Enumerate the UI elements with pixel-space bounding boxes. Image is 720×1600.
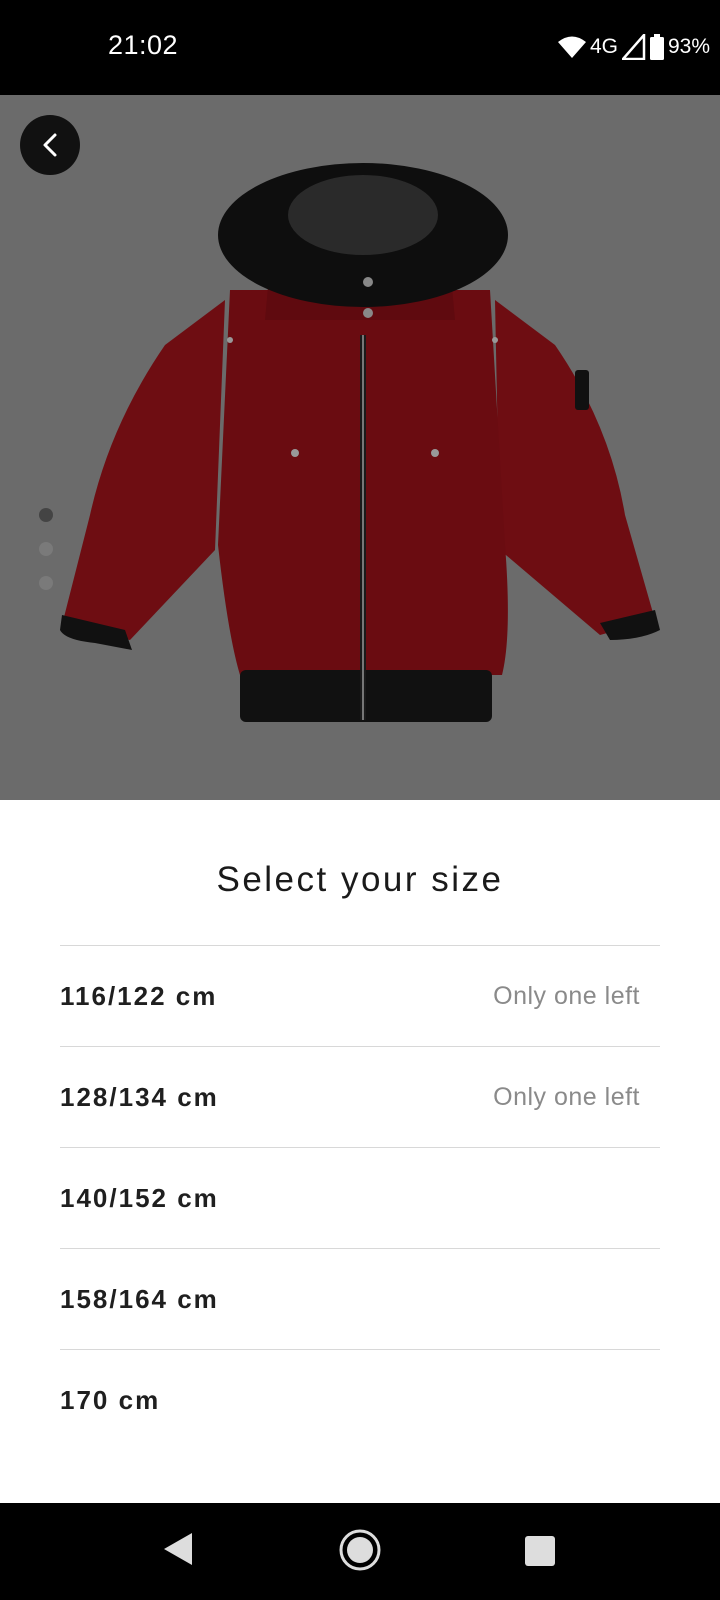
size-option[interactable]: 128/134 cm Only one left bbox=[60, 1046, 660, 1147]
size-label: 158/164 cm bbox=[60, 1283, 219, 1314]
carousel-indicator bbox=[39, 508, 55, 610]
carousel-dot[interactable] bbox=[39, 576, 53, 590]
back-triangle-icon bbox=[164, 1533, 192, 1565]
wifi-icon bbox=[557, 35, 586, 59]
product-image-carousel[interactable] bbox=[0, 95, 720, 800]
size-label: 116/122 cm bbox=[60, 980, 218, 1011]
system-nav-bar bbox=[0, 1503, 720, 1600]
recents-square-icon bbox=[525, 1536, 555, 1566]
status-time: 21:02 bbox=[108, 30, 179, 60]
size-option[interactable]: 170 cm bbox=[60, 1349, 660, 1450]
network-type: 4G bbox=[589, 35, 618, 58]
sheet-title: Select your size bbox=[216, 860, 504, 899]
battery-icon bbox=[649, 34, 664, 60]
status-bar: 21:02 4G 93% bbox=[0, 0, 720, 95]
cell-signal-icon bbox=[621, 34, 646, 60]
size-option[interactable]: 140/152 cm bbox=[60, 1147, 660, 1248]
battery-percent: 93% bbox=[667, 35, 710, 58]
stock-note: Only one left bbox=[493, 981, 640, 1010]
carousel-dot[interactable] bbox=[39, 542, 53, 556]
chevron-left-icon bbox=[43, 133, 57, 157]
size-option[interactable]: 116/122 cm Only one left bbox=[60, 945, 660, 1046]
stock-note: Only one left bbox=[493, 1082, 640, 1111]
size-label: 128/134 cm bbox=[60, 1081, 219, 1112]
nav-back-button[interactable] bbox=[162, 1531, 194, 1572]
status-icons: 4G 93% bbox=[557, 32, 710, 62]
home-circle-icon bbox=[339, 1529, 381, 1571]
nav-recents-button[interactable] bbox=[525, 1536, 555, 1571]
back-button[interactable] bbox=[20, 115, 80, 175]
nav-home-button[interactable] bbox=[338, 1528, 382, 1577]
size-label: 170 cm bbox=[60, 1384, 161, 1415]
size-label: 140/152 cm bbox=[60, 1182, 219, 1213]
size-selection-sheet: Select your size 116/122 cm Only one lef… bbox=[0, 800, 720, 1503]
size-option[interactable]: 158/164 cm bbox=[60, 1248, 660, 1349]
size-list: 116/122 cm Only one left 128/134 cm Only… bbox=[60, 945, 660, 1450]
product-image bbox=[60, 163, 660, 722]
carousel-dot[interactable] bbox=[39, 508, 53, 522]
